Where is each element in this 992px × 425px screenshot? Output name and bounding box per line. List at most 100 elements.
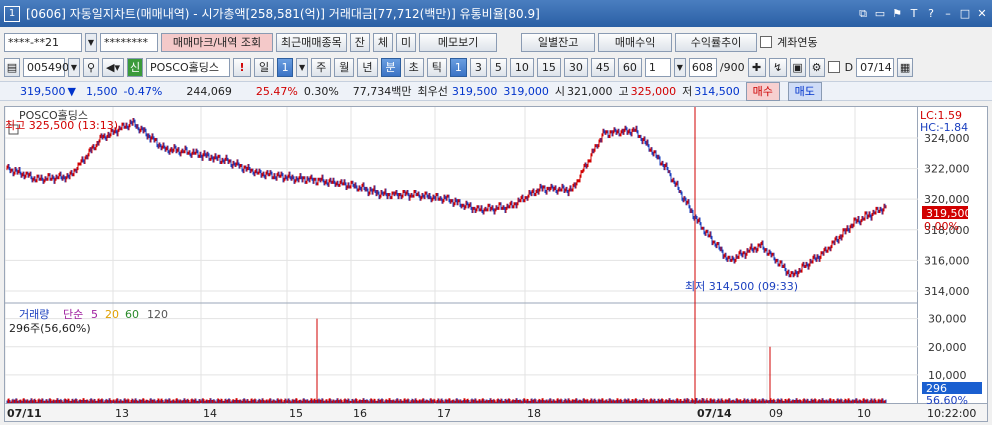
trade-mark-button[interactable]: 매매마크/내역 조회: [161, 32, 273, 52]
chevron-down-icon[interactable]: ▼: [85, 32, 97, 52]
profit-rate-button[interactable]: 수익률추이: [675, 32, 758, 52]
window-controls: ⧉ ▭ ⚑ T ? – □ ✕: [857, 7, 988, 21]
time-label: 10:22:00: [927, 407, 976, 420]
chevron-down-icon[interactable]: ▼: [68, 57, 80, 77]
period-week-button[interactable]: 주: [311, 57, 332, 77]
interval-3-button[interactable]: 3: [469, 57, 487, 77]
current-price-tag-text: 319,500: [926, 207, 972, 220]
interval-15-button[interactable]: 15: [536, 57, 561, 77]
interval-60-button[interactable]: 60: [617, 57, 642, 77]
alert-icon[interactable]: !: [233, 57, 251, 77]
close-icon[interactable]: ✕: [976, 7, 988, 21]
sell-button[interactable]: 매도: [787, 81, 822, 101]
speaker-icon[interactable]: ◀▾: [102, 57, 124, 77]
y-axis: LC:1.59 HC:-1.84 324,000 322,000 320,000 31…: [918, 106, 988, 407]
x-label: 14: [203, 407, 217, 420]
calendar-icon[interactable]: ▦: [897, 57, 914, 77]
minimize-window-icon[interactable]: ▭: [874, 7, 886, 21]
interval-30-button[interactable]: 30: [563, 57, 588, 77]
period-day-button[interactable]: 일: [254, 57, 275, 77]
ma5: 5: [91, 308, 98, 321]
memo-button[interactable]: 메모보기: [419, 32, 498, 52]
volume-series: [6, 318, 887, 403]
chart-area[interactable]: POSCO홀딩스 최고 325,500 (13:13) 최저 314,500 (…: [4, 106, 919, 405]
interval-input[interactable]: 1: [644, 57, 671, 77]
volume: 244,069: [186, 84, 232, 98]
x-labels: 07/11 13 14 15 16 17 18 07/14 09 10: [7, 407, 871, 420]
count-input[interactable]: 608: [688, 57, 717, 77]
period-year-button[interactable]: 년: [357, 57, 378, 77]
quote-bar: 319,500 ▼ 1,500 -0.47% 244,069 25.47% 0.…: [0, 81, 992, 101]
pin-icon[interactable]: ⚑: [891, 7, 903, 21]
period-month-button[interactable]: 월: [334, 57, 355, 77]
price-tick: 324,000: [924, 132, 970, 145]
x-label: 16: [353, 407, 367, 420]
tool-icon[interactable]: ↯: [768, 57, 787, 77]
buy-button[interactable]: 매수: [745, 81, 780, 101]
volume-rate: 25.47%: [255, 84, 298, 98]
chart-grid: [4, 107, 919, 405]
interval-45-button[interactable]: 45: [590, 57, 615, 77]
stock-code-input[interactable]: 005490: [23, 57, 69, 77]
font-icon[interactable]: T: [908, 7, 920, 21]
help-icon[interactable]: ?: [925, 7, 937, 21]
low-price: 314,500: [694, 84, 740, 98]
x-label: 15: [289, 407, 303, 420]
save-icon[interactable]: ▣: [789, 57, 806, 77]
x-label: 18: [527, 407, 541, 420]
x-axis: 07/11 13 14 15 16 17 18 07/14 09 10 10:22:00: [4, 404, 988, 422]
volume-tick: 10,000: [928, 369, 967, 382]
x-label: 07/11: [7, 407, 42, 420]
search-icon[interactable]: ⚲: [83, 57, 99, 77]
period-second-button[interactable]: 초: [403, 57, 424, 77]
current-price: 319,500: [20, 84, 66, 98]
settings-icon[interactable]: ⚙: [808, 57, 825, 77]
x-label: 10: [857, 407, 871, 420]
chart-svg: POSCO홀딩스 최고 325,500 (13:13) 최저 314,500 (…: [4, 107, 919, 405]
volume-ticks: 30,000 20,000 10,000: [928, 313, 967, 382]
date-label: D: [844, 60, 854, 74]
date-checkbox[interactable]: [827, 61, 840, 73]
interval-10-button[interactable]: 10: [509, 57, 534, 77]
balance-button[interactable]: 잔: [349, 32, 370, 52]
trade-profit-button[interactable]: 매매수익: [598, 32, 673, 52]
best-bid: 319,000: [503, 84, 549, 98]
ma20: 20: [105, 308, 119, 321]
x-label: 07/14: [697, 407, 732, 420]
high-label: 고: [618, 85, 629, 98]
volume-info: 296주(56,60%): [9, 322, 91, 335]
chevron-down-icon[interactable]: ▼: [296, 57, 309, 77]
interval-1-button[interactable]: 1: [449, 57, 467, 77]
period-tick-button[interactable]: 틱: [426, 57, 447, 77]
x-label: 17: [437, 407, 451, 420]
low-annotation: 최저 314,500 (09:33): [685, 280, 798, 293]
maximize-icon[interactable]: □: [959, 7, 971, 21]
toolbar-account: ****-**21 ▼ ******** 매매마크/내역 조회 최근매매종목 잔…: [0, 30, 992, 54]
account-link-checkbox[interactable]: [760, 36, 773, 48]
crosshair-icon[interactable]: ✚: [747, 57, 766, 77]
recent-trade-button[interactable]: 최근매매종목: [276, 32, 347, 52]
down-arrow-icon: ▼: [67, 84, 76, 98]
low-label: 저: [682, 85, 693, 98]
turnover-rate: 0.30%: [303, 84, 339, 98]
password-field[interactable]: ********: [100, 32, 158, 52]
title-bar: 1 [0606] 자동일지차트(매매내역) - 시가총액[258,581(억)]…: [0, 0, 992, 27]
price-series: [6, 118, 887, 278]
executed-button[interactable]: 체: [372, 32, 393, 52]
date-input[interactable]: 07/14: [856, 57, 895, 77]
volume-legend: 거래량: [19, 308, 49, 321]
period-day-value[interactable]: 1: [277, 57, 294, 77]
count-total: /900: [719, 60, 745, 74]
high-price: 325,000: [630, 84, 677, 98]
chevron-down-icon[interactable]: ▼: [673, 57, 686, 77]
unexecuted-button[interactable]: 미: [395, 32, 417, 52]
account-field[interactable]: ****-**21: [4, 32, 82, 52]
minimize-icon[interactable]: –: [942, 7, 954, 21]
interval-5-button[interactable]: 5: [489, 57, 507, 77]
window-title: [0606] 자동일지차트(매매내역) - 시가총액[258,581(억)] 거…: [26, 7, 540, 21]
daily-balance-button[interactable]: 일별잔고: [521, 32, 596, 52]
layout-icon[interactable]: ▤: [4, 57, 20, 77]
open-price: 321,000: [567, 84, 613, 98]
restore-icon[interactable]: ⧉: [857, 7, 869, 21]
period-minute-button[interactable]: 분: [380, 57, 401, 77]
